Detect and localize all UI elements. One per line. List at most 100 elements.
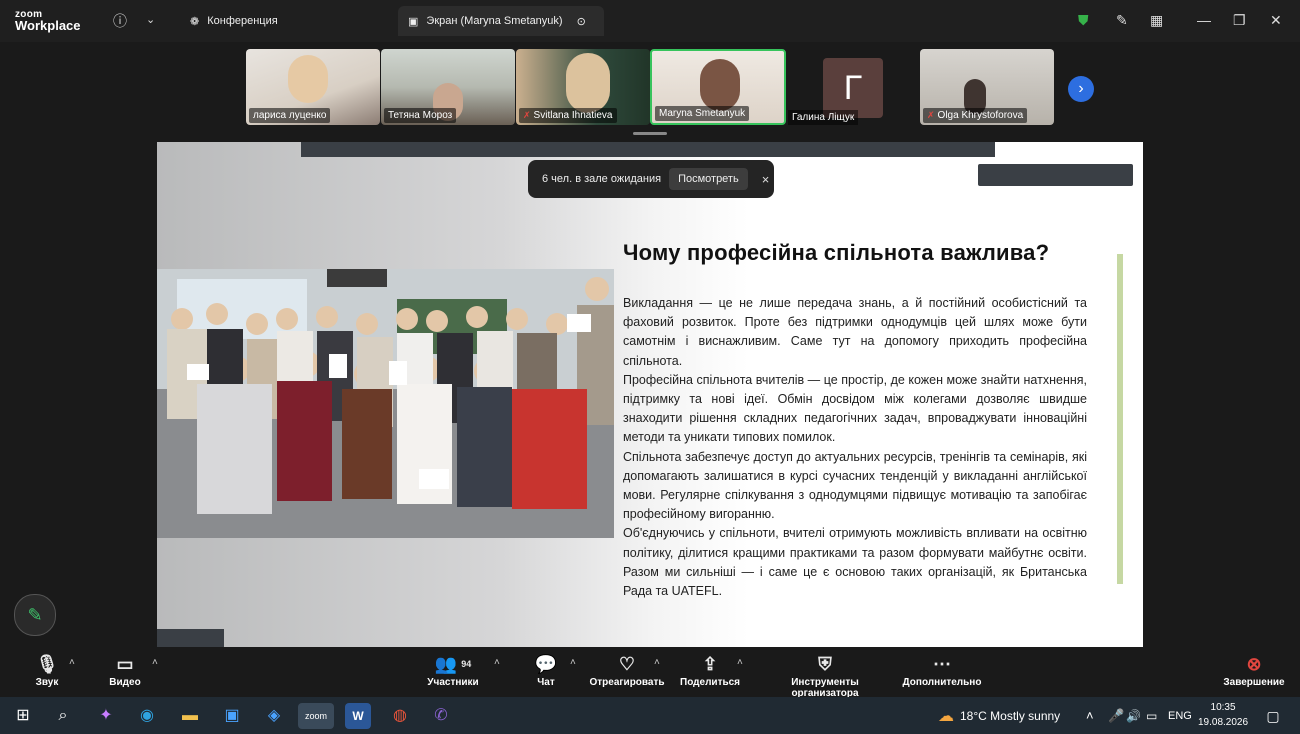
mic-muted-icon: ✗ bbox=[927, 110, 935, 120]
pencil-icon: ✎ bbox=[27, 605, 43, 625]
view-grid-icon[interactable]: ▦ bbox=[1150, 12, 1163, 29]
screen-share-icon: ▣ bbox=[408, 15, 419, 28]
app-icon[interactable]: ◈ bbox=[261, 703, 287, 729]
title-bar: zoom Workplace ⓘ ⌄ ❁ Конференция ▣ Экран… bbox=[0, 0, 1300, 42]
host-tools-label: Инструменты организатора bbox=[791, 677, 859, 699]
participant-name: Maryna Smetanyuk bbox=[655, 106, 750, 121]
zoom-logo: zoom Workplace bbox=[15, 9, 81, 33]
tab-meeting-label: Конференция bbox=[207, 15, 278, 27]
restore-icon[interactable]: ❐ bbox=[1233, 12, 1246, 29]
more-button[interactable]: ⋯ Дополнительно bbox=[902, 651, 982, 688]
minimize-icon[interactable]: — bbox=[1197, 12, 1211, 28]
annotate-pencil-button[interactable]: ✎ bbox=[14, 594, 56, 636]
mic-muted-icon: ✗ bbox=[523, 110, 531, 120]
participants-count: 94 bbox=[461, 659, 472, 669]
chevron-down-icon[interactable]: ⌄ bbox=[146, 13, 155, 26]
host-tools-button[interactable]: ⛨ Инструменты организатора bbox=[758, 651, 892, 699]
participant-avatar[interactable]: Г bbox=[823, 58, 883, 118]
info-icon[interactable]: ⓘ bbox=[113, 11, 127, 31]
participants-button[interactable]: 👥 94 Участники bbox=[424, 651, 482, 688]
participants-caret-icon[interactable]: ˄ bbox=[494, 657, 500, 668]
slide-paragraph: Спільнота забезпечує доступ до актуальни… bbox=[623, 449, 1087, 522]
audio-button[interactable]: 🎙 Звук bbox=[28, 651, 66, 688]
weather-icon: ☁ bbox=[938, 707, 954, 725]
copilot-icon[interactable]: ✦ bbox=[93, 703, 119, 729]
weather-widget[interactable]: ☁ 18°C Mostly sunny bbox=[938, 697, 1060, 734]
participant-strip: лариса луценко Тетяна Мороз ✗ Svitlana Ih… bbox=[0, 49, 1300, 129]
chrome-icon[interactable]: ◍ bbox=[387, 703, 413, 729]
shared-screen-slide: Чому професійна спільнота важлива? Викла… bbox=[157, 142, 1143, 647]
language-indicator[interactable]: ENG bbox=[1168, 697, 1192, 734]
next-page-button[interactable]: › bbox=[1068, 76, 1094, 102]
search-icon[interactable]: ⌕ bbox=[50, 703, 76, 729]
close-icon[interactable]: ✕ bbox=[1270, 12, 1282, 29]
video-options-caret-icon[interactable]: ˄ bbox=[152, 657, 158, 668]
participant-tile[interactable]: Тетяна Мороз bbox=[381, 49, 515, 125]
participant-tile-active-speaker[interactable]: Maryna Smetanyuk bbox=[650, 49, 786, 125]
clock-date: 19.08.2026 bbox=[1198, 717, 1249, 728]
video-label: Видео bbox=[109, 677, 141, 688]
participant-video bbox=[288, 55, 328, 103]
file-explorer-icon[interactable]: ▬ bbox=[177, 703, 203, 729]
volume-icon[interactable]: 🔊 bbox=[1126, 697, 1141, 734]
participant-name: лариса луценко bbox=[249, 108, 331, 123]
participant-tile[interactable]: ✗ Olga Khrystoforova bbox=[920, 49, 1054, 125]
battery-icon[interactable]: ▭ bbox=[1146, 697, 1157, 734]
annotate-icon[interactable]: ✎ bbox=[1116, 12, 1128, 29]
participants-label: Участники bbox=[427, 677, 479, 688]
participant-tile[interactable]: ✗ Svitlana Ihnatieva bbox=[516, 49, 650, 125]
close-icon[interactable]: × bbox=[762, 172, 770, 187]
chat-label: Чат bbox=[537, 677, 555, 688]
chat-caret-icon[interactable]: ˄ bbox=[570, 657, 576, 668]
participant-name: ✗ Olga Khrystoforova bbox=[923, 108, 1028, 123]
taskbar-clock[interactable]: 10:35 19.08.2026 bbox=[1198, 700, 1248, 730]
meeting-icon: ❁ bbox=[190, 15, 200, 28]
slide-top-right-bar bbox=[978, 164, 1133, 186]
meeting-controls: 🎙 Звук ˄ ▭ Видео ˄ 👥 94 Участники ˄ 💬 Чат… bbox=[0, 651, 1300, 699]
more-label: Дополнительно bbox=[902, 677, 982, 688]
participant-name: Тетяна Мороз bbox=[384, 108, 457, 123]
microphone-tray-icon[interactable]: 🎤 bbox=[1108, 697, 1124, 734]
tab-screen-label: Экран (Maryna Smetanyuk) bbox=[426, 15, 563, 27]
more-options-icon[interactable]: ⊙ bbox=[577, 15, 586, 28]
brand-bottom: Workplace bbox=[15, 18, 81, 33]
chat-icon: 💬 bbox=[534, 654, 558, 674]
viber-icon[interactable]: ✆ bbox=[428, 703, 454, 729]
notifications-icon[interactable]: ▢ bbox=[1260, 703, 1286, 729]
slide-accent-line bbox=[1117, 254, 1123, 584]
slide-body: Викладання — це не лише передача знань, … bbox=[623, 294, 1087, 601]
microphone-icon: 🎙 bbox=[35, 654, 59, 674]
participants-icon: 👥 94 bbox=[434, 654, 472, 674]
word-icon[interactable]: W bbox=[345, 703, 371, 729]
edge-browser-icon[interactable]: ◉ bbox=[134, 703, 160, 729]
windows-taskbar: ⊞ ⌕ ✦ ◉ ▬ ▣ ◈ zoom W ◍ ✆ ☁ 18°C Mostly s… bbox=[0, 697, 1300, 734]
camera-icon: ▭ bbox=[116, 654, 134, 674]
audio-options-caret-icon[interactable]: ˄ bbox=[69, 657, 75, 668]
store-icon[interactable]: ▣ bbox=[219, 703, 245, 729]
shield-check-icon[interactable]: ⛊ bbox=[1078, 12, 1089, 29]
end-meeting-button[interactable]: ⊗ Завершение bbox=[1222, 651, 1286, 688]
shield-icon: ⛨ bbox=[818, 654, 832, 674]
share-button[interactable]: ⇪ Поделиться bbox=[680, 651, 740, 688]
tab-screen[interactable]: ▣ Экран (Maryna Smetanyuk) ⊙ bbox=[398, 6, 604, 36]
participant-video bbox=[700, 59, 740, 111]
participant-name: ✗ Svitlana Ihnatieva bbox=[519, 108, 617, 123]
zoom-taskbar-icon[interactable]: zoom bbox=[298, 703, 334, 729]
slide-paragraph: Об'єднуючись у спільноти, вчителі отриму… bbox=[623, 526, 1087, 599]
view-waiting-room-button[interactable]: Посмотреть bbox=[669, 168, 748, 190]
react-caret-icon[interactable]: ˄ bbox=[654, 657, 660, 668]
share-label: Поделиться bbox=[680, 677, 741, 688]
participant-video bbox=[566, 53, 610, 113]
tray-chevron-icon[interactable]: ˄ bbox=[1086, 697, 1094, 734]
chat-button[interactable]: 💬 Чат bbox=[530, 651, 562, 688]
strip-resize-handle[interactable] bbox=[633, 132, 667, 135]
waiting-room-text: 6 чел. в зале ожидания bbox=[542, 173, 662, 185]
group-photo-illustration bbox=[157, 269, 614, 538]
slide-bottom-bar bbox=[157, 629, 224, 647]
participant-name: Галина Ліщук bbox=[788, 110, 859, 125]
video-button[interactable]: ▭ Видео bbox=[106, 651, 144, 688]
share-caret-icon[interactable]: ˄ bbox=[737, 657, 743, 668]
tab-meeting[interactable]: ❁ Конференция bbox=[180, 6, 278, 36]
participant-tile[interactable]: лариса луценко bbox=[246, 49, 380, 125]
windows-start-icon[interactable]: ⊞ bbox=[10, 703, 36, 729]
